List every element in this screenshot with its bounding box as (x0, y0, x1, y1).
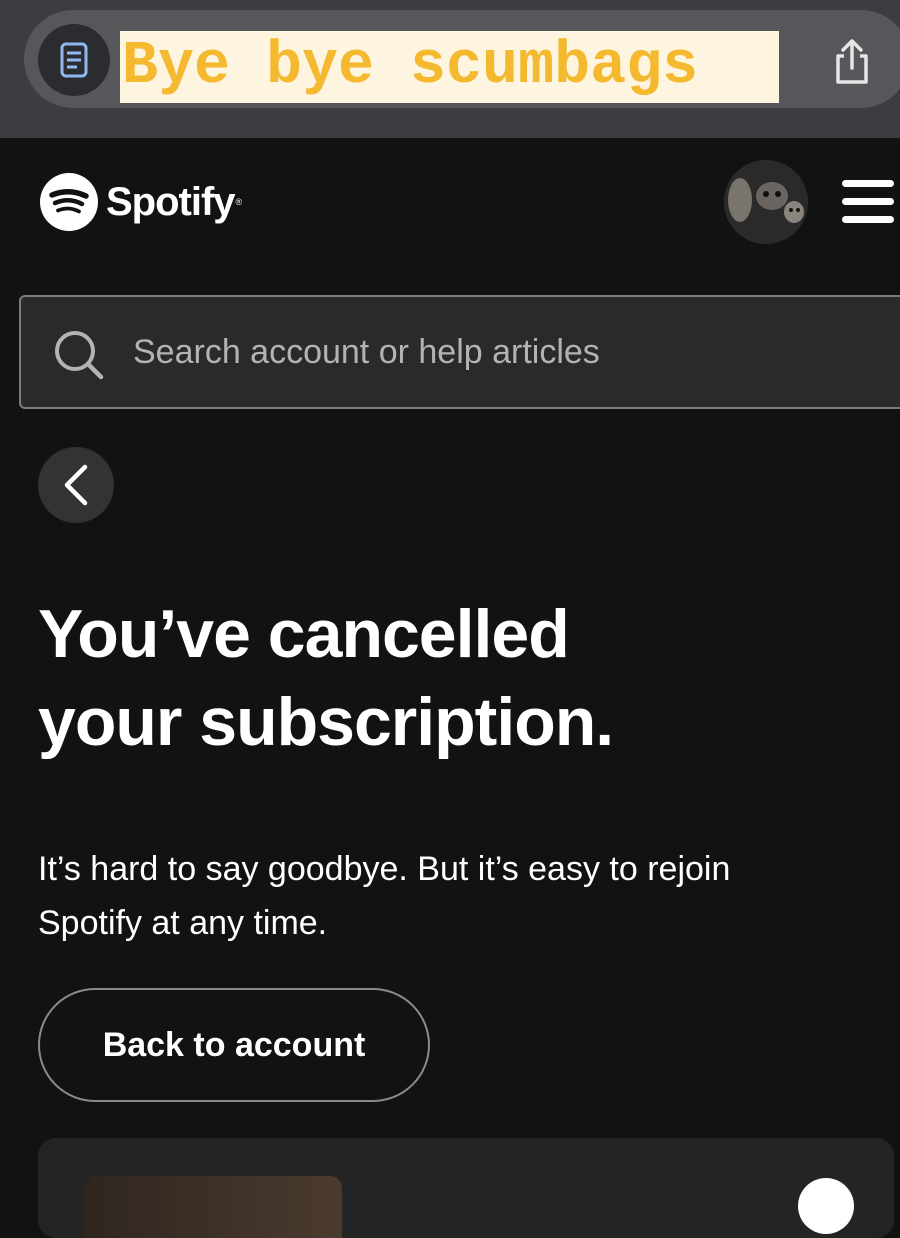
page-title: You’ve cancelled your subscription. (38, 590, 878, 766)
avatar[interactable] (724, 160, 808, 244)
message-line-2: Spotify at any time. (38, 904, 328, 942)
brand-name: Spotify (106, 179, 236, 224)
browser-toolbar: Bye bye scumbags (0, 0, 900, 138)
chevron-left-icon (64, 464, 88, 506)
search-input[interactable] (133, 297, 873, 407)
back-button[interactable] (38, 447, 114, 523)
title-line-2: your subscription. (38, 684, 614, 760)
spotify-logo-icon (798, 1178, 854, 1234)
reader-mode-button[interactable] (38, 24, 110, 96)
share-button[interactable] (826, 34, 878, 90)
message-line-1: It’s hard to say goodbye. But it’s easy … (38, 850, 731, 888)
spotify-logo-icon (40, 173, 98, 231)
back-to-account-button[interactable]: Back to account (38, 988, 430, 1102)
site-header: Spotify ® (0, 138, 900, 268)
search-icon (55, 331, 104, 380)
search-box (19, 295, 900, 409)
hamburger-menu-icon[interactable] (842, 180, 894, 224)
card-thumbnail (84, 1176, 342, 1238)
reader-mode-icon (60, 42, 88, 78)
cancellation-message: It’s hard to say goodbye. But it’s easy … (38, 842, 858, 950)
spotify-logo[interactable]: Spotify ® (40, 173, 242, 231)
share-icon (836, 39, 868, 84)
title-line-1: You’ve cancelled (38, 596, 570, 672)
brand-mark: ® (235, 197, 243, 207)
annotation-text: Bye bye scumbags (120, 31, 779, 103)
promo-card[interactable] (38, 1138, 894, 1238)
